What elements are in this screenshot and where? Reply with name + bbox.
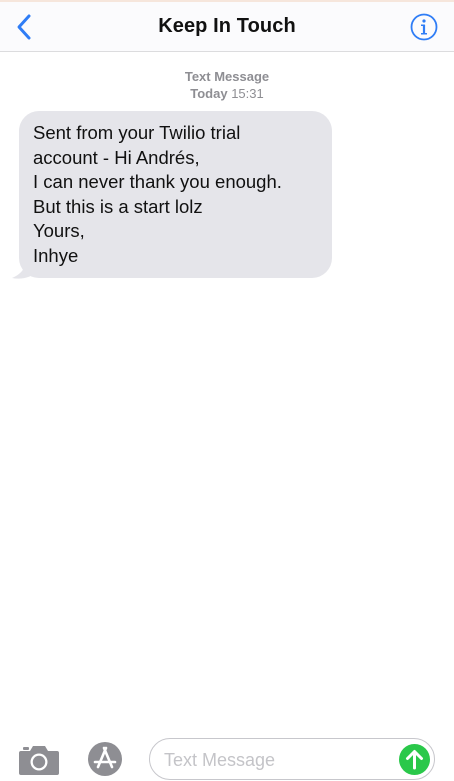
message-type-label: Text Message (184, 69, 270, 84)
message-input-box[interactable] (149, 738, 435, 780)
message-text: Sent from your Twilio trial account - Hi… (33, 122, 282, 266)
messages-screen: Keep In Touch Text Message Today 15:31 S… (0, 0, 454, 781)
message-input[interactable] (164, 747, 394, 773)
conversation-title: Keep In Touch (158, 15, 296, 37)
send-button[interactable] (399, 744, 430, 775)
info-icon (410, 13, 438, 41)
nav-bar: Keep In Touch (0, 2, 454, 52)
timestamp-day: Today (190, 86, 228, 101)
message-incoming[interactable]: Sent from your Twilio trial account - Hi… (8, 111, 338, 281)
camera-icon (19, 746, 59, 775)
info-button[interactable] (409, 12, 439, 42)
timestamp: Today 15:31 (0, 86, 454, 101)
send-arrow-icon (399, 744, 430, 775)
message-bubble: Sent from your Twilio trial account - Hi… (19, 111, 332, 278)
camera-button[interactable] (18, 742, 60, 776)
apps-button[interactable] (84, 740, 128, 778)
app-store-icon (88, 742, 122, 776)
timestamp-time: 15:31 (231, 86, 264, 101)
